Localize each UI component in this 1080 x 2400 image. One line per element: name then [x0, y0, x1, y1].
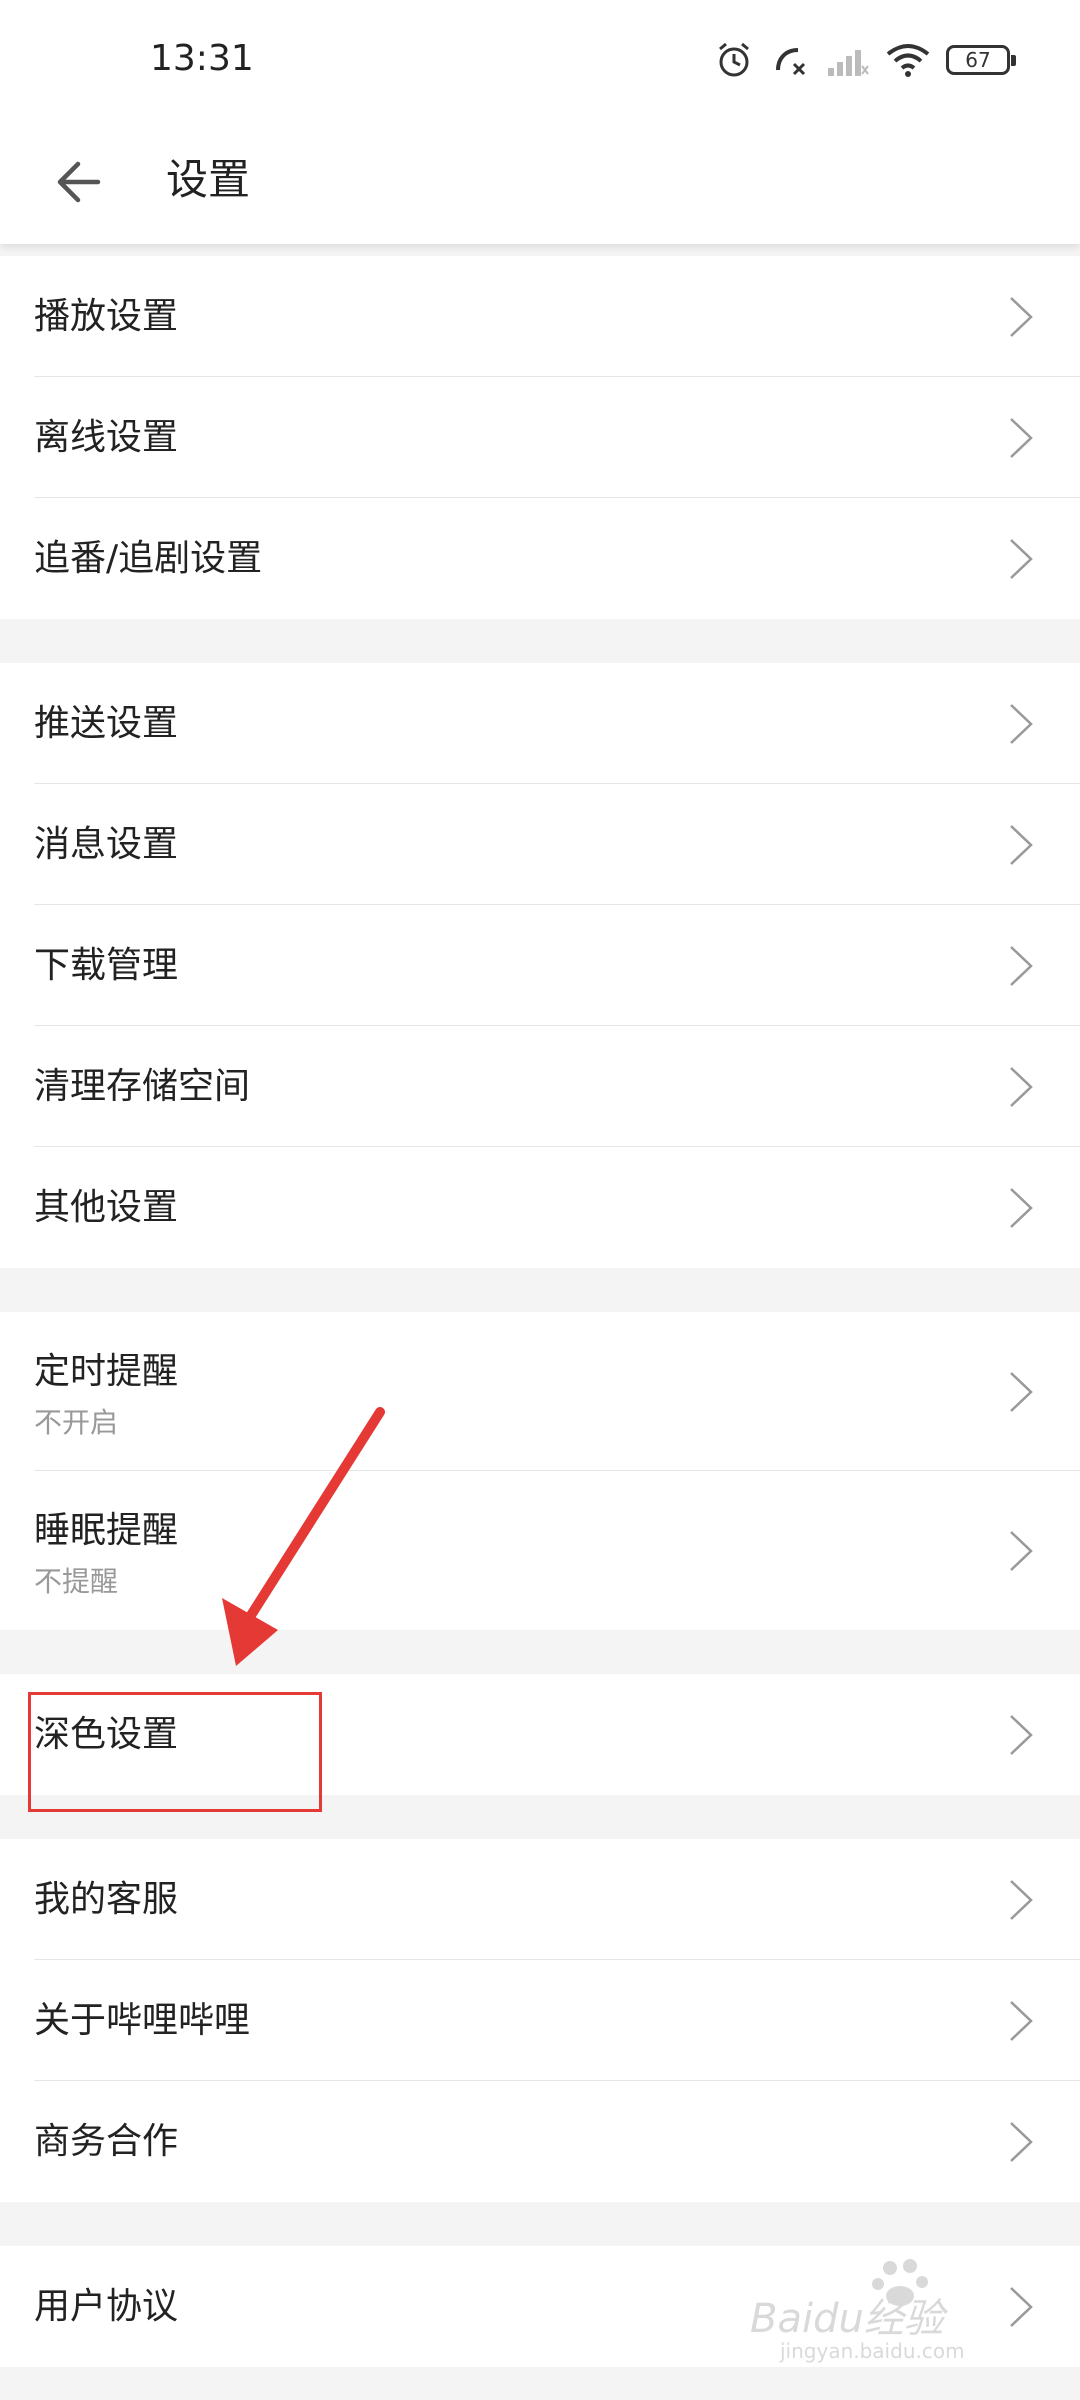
settings-item-label: 关于哔哩哔哩: [34, 2000, 251, 2041]
settings-item-business[interactable]: 商务合作: [0, 2081, 1080, 2202]
settings-item-label: 其他设置: [34, 1187, 179, 1228]
settings-group-reminders: 定时提醒 不开启 睡眠提醒 不提醒: [0, 1312, 1080, 1630]
settings-group-about: 我的客服 关于哔哩哔哩 商务合作: [0, 1839, 1080, 2202]
settings-item-follow[interactable]: 追番/追剧设置: [0, 498, 1080, 619]
settings-item-sleep-reminder[interactable]: 睡眠提醒 不提醒: [0, 1471, 1080, 1630]
status-time: 13:31: [150, 38, 254, 79]
settings-item-value: 不开启: [34, 1406, 119, 1439]
chevron-right-icon: [1010, 1715, 1033, 1755]
status-icons: 67: [714, 36, 1016, 84]
group-spacer: [0, 2202, 1080, 2246]
chevron-right-icon: [1010, 297, 1033, 337]
chevron-right-icon: [1010, 2122, 1033, 2162]
page-title: 设置: [166, 155, 251, 204]
settings-item-playback[interactable]: 播放设置: [0, 256, 1080, 377]
chevron-right-icon: [1010, 539, 1033, 579]
missed-call-icon: [776, 48, 806, 76]
app-header: 设置: [0, 120, 1080, 244]
alarm-icon: [719, 42, 749, 77]
watermark-url: jingyan.baidu.com: [779, 2339, 965, 2363]
signal-icon: [828, 50, 869, 76]
status-bar: 13:31 67: [0, 0, 1080, 120]
chevron-right-icon: [1010, 1880, 1033, 1920]
settings-item-offline[interactable]: 离线设置: [0, 377, 1080, 498]
settings-item-label: 我的客服: [34, 1879, 179, 1920]
chevron-right-icon: [1010, 1531, 1033, 1571]
settings-item-label: 播放设置: [34, 296, 179, 337]
settings-item-storage[interactable]: 清理存储空间: [0, 1026, 1080, 1147]
arrow-left-icon[interactable]: [48, 150, 112, 214]
settings-item-label: 商务合作: [34, 2121, 179, 2162]
settings-item-label: 追番/追剧设置: [34, 538, 263, 579]
chevron-right-icon: [1010, 2001, 1033, 2041]
settings-item-value: 不提醒: [34, 1565, 119, 1598]
settings-item-label: 定时提醒: [34, 1351, 179, 1392]
settings-item-label: 下载管理: [34, 945, 179, 986]
chevron-right-icon: [1010, 418, 1033, 458]
settings-group-general: 推送设置 消息设置 下载管理 清理存储空间 其他设置: [0, 663, 1080, 1268]
annotation-highlight-box: [28, 1692, 322, 1812]
chevron-right-icon: [1010, 1372, 1033, 1412]
group-spacer: [0, 244, 1080, 256]
battery-level: 67: [965, 48, 991, 72]
settings-item-other[interactable]: 其他设置: [0, 1147, 1080, 1268]
battery-icon: 67: [946, 45, 1016, 75]
settings-item-customer-service[interactable]: 我的客服: [0, 1839, 1080, 1960]
baidu-watermark-logo: Baidu经验 jingyan.baidu.com: [750, 2259, 965, 2363]
group-spacer: [0, 1268, 1080, 1312]
watermark-brand: Baidu经验: [750, 2296, 949, 2342]
settings-list: 播放设置 离线设置 追番/追剧设置 推送设置 消息设置 下载管理 清理存储空间 …: [0, 244, 1080, 2367]
settings-item-push[interactable]: 推送设置: [0, 663, 1080, 784]
settings-item-label: 睡眠提醒: [34, 1510, 179, 1551]
settings-item-label: 消息设置: [34, 824, 179, 865]
chevron-right-icon: [1010, 1188, 1033, 1228]
group-spacer: [0, 619, 1080, 663]
settings-item-label: 清理存储空间: [34, 1066, 251, 1107]
wifi-icon: [886, 44, 930, 77]
group-spacer: [0, 1630, 1080, 1674]
settings-item-label: 推送设置: [34, 703, 179, 744]
settings-item-about[interactable]: 关于哔哩哔哩: [0, 1960, 1080, 2081]
settings-item-messages[interactable]: 消息设置: [0, 784, 1080, 905]
settings-item-downloads[interactable]: 下载管理: [0, 905, 1080, 1026]
settings-item-label: 用户协议: [34, 2286, 179, 2327]
chevron-right-icon: [1010, 1067, 1033, 1107]
chevron-right-icon: [1010, 704, 1033, 744]
settings-item-label: 离线设置: [34, 417, 179, 458]
settings-group-playback: 播放设置 离线设置 追番/追剧设置: [0, 256, 1080, 619]
chevron-right-icon: [1010, 946, 1033, 986]
settings-item-timer-reminder[interactable]: 定时提醒 不开启: [0, 1312, 1080, 1471]
chevron-right-icon: [1010, 825, 1033, 865]
